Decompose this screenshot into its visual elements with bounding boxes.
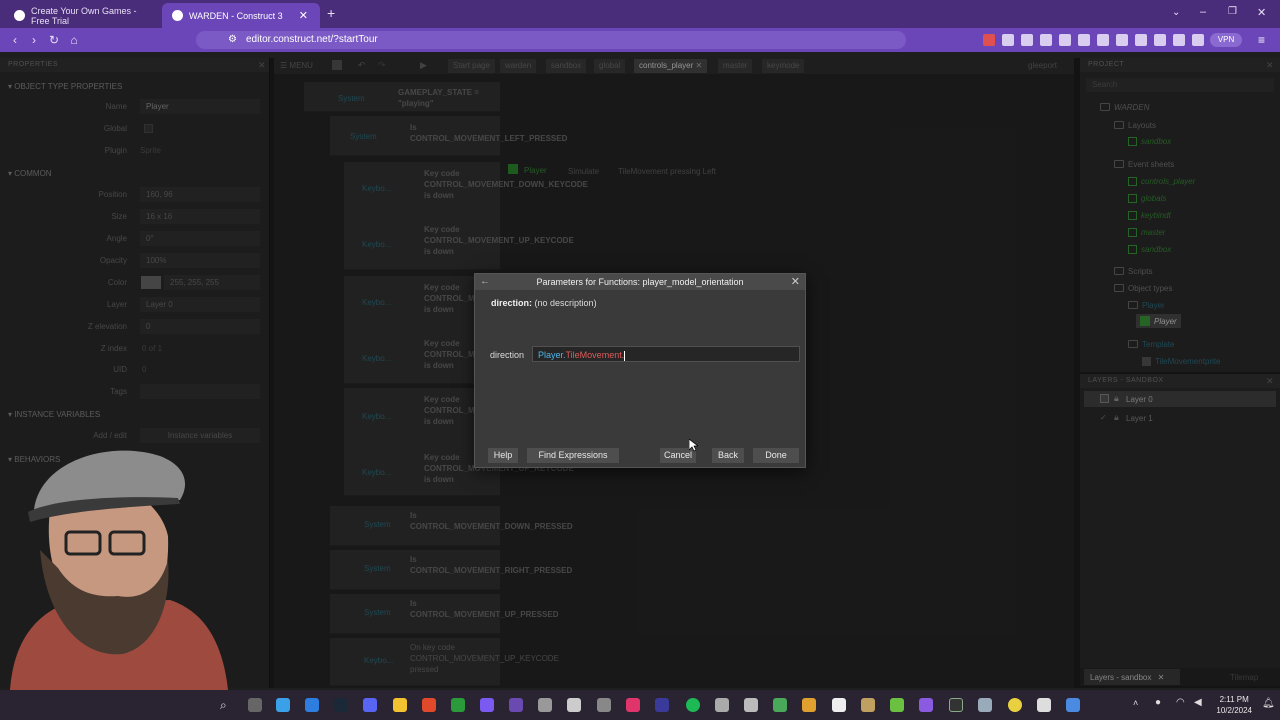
expression-object: Player. [538, 350, 566, 360]
tab-search-icon[interactable]: ⌄ [1172, 7, 1180, 18]
text-caret [624, 350, 626, 361]
discord-icon[interactable] [363, 698, 377, 712]
dialog-title: Parameters for Functions: player_model_o… [475, 274, 805, 290]
app-icon[interactable] [773, 698, 787, 712]
webcam-overlay-image [10, 450, 228, 690]
app-icon[interactable] [919, 698, 933, 712]
app-icon[interactable] [655, 698, 669, 712]
volume-icon[interactable]: ◀ [1194, 697, 1202, 708]
extension-icon[interactable] [1021, 34, 1033, 46]
wifi-icon[interactable]: ◠ [1176, 697, 1185, 708]
maximize-icon[interactable]: ❐ [1228, 6, 1237, 17]
extension-icon[interactable] [1135, 34, 1147, 46]
extension-icon[interactable] [1173, 34, 1185, 46]
app-icon[interactable] [890, 698, 904, 712]
site-info-icon[interactable]: ⚙ [228, 34, 237, 45]
forward-arrow-icon[interactable]: › [27, 33, 41, 47]
os-taskbar: ⌕ ˄ ● ◠ ◀ 2:11 PM 10/2/2024 🔔︎ [0, 690, 1280, 720]
app-icon[interactable] [509, 698, 523, 712]
parameter-description: direction: (no description) [491, 298, 597, 308]
parameter-desc-text: (no description) [534, 298, 597, 308]
back-button[interactable]: Back [712, 448, 744, 463]
browser-toolbar: ‹ › ↻ ⌂ ▮ ⚙ editor.construct.net/?startT… [0, 28, 1280, 52]
extension-icon[interactable] [1059, 34, 1071, 46]
new-tab-button[interactable]: + [327, 5, 335, 21]
parameter-name: direction: [491, 298, 533, 308]
app-icon[interactable] [715, 698, 729, 712]
extension-icon[interactable] [983, 34, 995, 46]
spotify-icon[interactable] [686, 698, 700, 712]
taskbar-clock[interactable]: 2:11 PM 10/2/2024 [1216, 694, 1252, 716]
browser-menu-icon[interactable]: ≡ [1258, 33, 1265, 47]
file-explorer-icon[interactable] [393, 698, 407, 712]
xbox-icon[interactable] [451, 698, 465, 712]
app-icon[interactable] [1037, 698, 1051, 712]
construct-favicon-icon [172, 10, 183, 21]
home-icon[interactable]: ⌂ [67, 33, 81, 47]
app-icon[interactable] [832, 698, 846, 712]
browser-tab-warden[interactable]: WARDEN - Construct 3 ✕ [162, 3, 320, 28]
clock-date: 10/2/2024 [1216, 706, 1252, 715]
reload-icon[interactable]: ↻ [47, 33, 61, 47]
minimize-icon[interactable]: – [1200, 6, 1206, 18]
steam-icon[interactable] [334, 698, 348, 712]
extension-icon[interactable] [1192, 34, 1204, 46]
extension-icon[interactable] [1078, 34, 1090, 46]
extension-icon[interactable] [1040, 34, 1052, 46]
app-icon[interactable] [597, 698, 611, 712]
app-icon[interactable] [744, 698, 758, 712]
app-icon[interactable] [802, 698, 816, 712]
clock-time: 2:11 PM [1219, 695, 1249, 704]
back-arrow-icon[interactable]: ‹ [8, 33, 22, 47]
browser-tab-strip: Create Your Own Games - Free Trial WARDE… [0, 0, 1280, 28]
tray-chevron-icon[interactable]: ˄ [1133, 698, 1138, 708]
close-tab-icon[interactable]: ✕ [299, 9, 308, 22]
done-button[interactable]: Done [753, 448, 799, 463]
tab-title: WARDEN - Construct 3 [189, 10, 283, 21]
app-icon[interactable] [480, 698, 494, 712]
extension-icon[interactable] [1154, 34, 1166, 46]
search-icon[interactable]: ⌕ [220, 698, 227, 713]
direction-expression-input[interactable]: Player.TileMovement. [532, 346, 800, 362]
construct-favicon-icon [14, 10, 25, 21]
app-icon[interactable] [949, 698, 963, 712]
edge-icon[interactable] [305, 698, 319, 712]
url-text: editor.construct.net/?startTour [246, 34, 378, 45]
help-button[interactable]: Help [488, 448, 518, 463]
task-view-icon[interactable] [248, 698, 262, 712]
back-arrow-icon[interactable]: ← [480, 276, 490, 287]
window-close-icon[interactable]: ✕ [1257, 6, 1266, 19]
parameters-dialog: Parameters for Functions: player_model_o… [474, 273, 806, 468]
address-bar[interactable]: ⚙ editor.construct.net/?startTour [196, 31, 906, 49]
find-expressions-button[interactable]: Find Expressions [527, 448, 619, 463]
extension-icon[interactable] [1116, 34, 1128, 46]
direction-label: direction [490, 350, 525, 360]
app-icon[interactable] [1066, 698, 1080, 712]
browser-tab-free-trial[interactable]: Create Your Own Games - Free Trial [4, 3, 160, 28]
extension-icon[interactable] [1097, 34, 1109, 46]
mouse-cursor-icon [689, 439, 698, 452]
microphone-icon[interactable]: ● [1155, 697, 1161, 708]
tab-title: Create Your Own Games - Free Trial [31, 5, 137, 26]
app-icon[interactable] [626, 698, 640, 712]
app-icon[interactable] [978, 698, 992, 712]
app-icon[interactable] [538, 698, 552, 712]
app-icon[interactable] [1008, 698, 1022, 712]
app-icon[interactable] [567, 698, 581, 712]
copilot-icon[interactable] [276, 698, 290, 712]
notifications-icon[interactable]: 🔔︎ [1262, 698, 1275, 709]
expression-behavior: TileMovement. [565, 350, 625, 360]
app-icon[interactable] [861, 698, 875, 712]
dialog-close-icon[interactable]: ✕ [791, 275, 800, 288]
extension-icon[interactable] [1002, 34, 1014, 46]
vpn-button[interactable]: VPN [1210, 33, 1242, 47]
brave-icon[interactable] [422, 698, 436, 712]
